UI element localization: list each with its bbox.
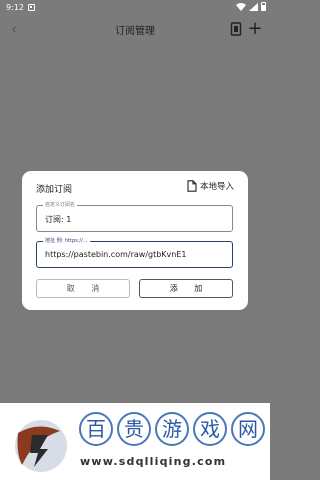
local-import-button[interactable]: 本地导入: [187, 180, 234, 192]
add-button[interactable]: 添 加: [139, 279, 233, 298]
signal-icon: [249, 2, 258, 11]
back-icon[interactable]: ‹: [6, 21, 22, 37]
notification-icon: [27, 3, 35, 11]
watermark-title: 百 贵 游 戏 网: [79, 412, 265, 446]
dialog-title: 添加订阅: [36, 185, 73, 195]
subscription-name-field[interactable]: 自定义订阅名 订阅: 1: [36, 201, 233, 232]
document-icon: [187, 180, 197, 192]
subscription-url-label: 地址 例: https://...: [43, 237, 90, 246]
add-subscription-dialog: 添加订阅 本地导入 自定义订阅名 订阅: 1 地址 例: https://...…: [22, 171, 248, 310]
subscription-name-label: 自定义订阅名: [43, 201, 78, 210]
subscription-url-field[interactable]: 地址 例: https://... https://pastebin.com/r…: [36, 237, 233, 268]
watermark-char: 百: [79, 412, 113, 446]
subscription-url-value: https://pastebin.com/raw/gtbKvnE1: [45, 250, 187, 259]
cancel-button[interactable]: 取 消: [36, 279, 130, 298]
status-time: 9:12: [6, 2, 24, 12]
status-bar: 9:12: [0, 0, 270, 14]
wifi-icon: [236, 2, 246, 11]
site-logo-icon: [15, 420, 67, 472]
app-bar: ‹ 订阅管理 +: [0, 14, 270, 44]
watermark-banner: 百 贵 游 戏 网 www.sdqlliqing.com: [0, 403, 270, 480]
battery-icon: [261, 2, 266, 11]
watermark-char: 戏: [193, 412, 227, 446]
watermark-url: www.sdqlliqing.com: [80, 455, 227, 468]
watermark-char: 网: [231, 412, 265, 446]
watermark-char: 游: [155, 412, 189, 446]
import-file-icon[interactable]: [230, 22, 242, 36]
status-icons: [236, 2, 266, 11]
subscription-name-value: 订阅: 1: [45, 215, 72, 224]
watermark-char: 贵: [117, 412, 151, 446]
local-import-label: 本地导入: [199, 182, 234, 192]
add-icon[interactable]: +: [246, 19, 264, 39]
page-title: 订阅管理: [115, 25, 155, 37]
